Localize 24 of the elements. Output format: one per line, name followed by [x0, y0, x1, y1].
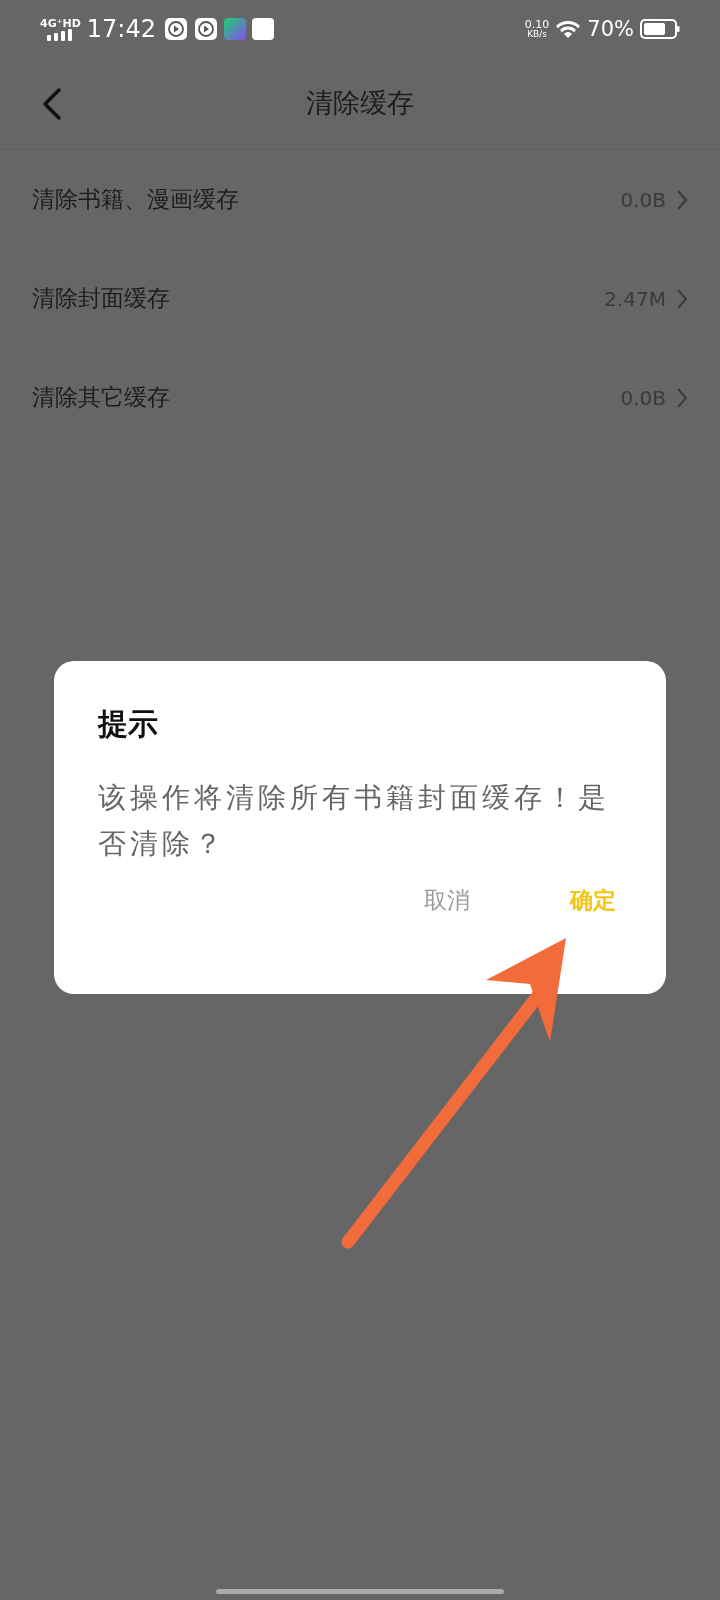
chevron-right-icon	[676, 188, 688, 211]
back-icon	[41, 87, 63, 121]
battery-icon	[640, 19, 680, 39]
battery-percent: 70%	[587, 18, 634, 40]
speed-value: 0.10	[524, 19, 550, 30]
dialog-title: 提示	[98, 709, 158, 739]
clock: 17:42	[86, 17, 156, 41]
app-icon	[252, 18, 274, 40]
chevron-right-icon	[676, 386, 688, 409]
chevron-right-icon	[676, 287, 688, 310]
setting-label: 清除书籍、漫画缓存	[32, 185, 239, 215]
confirm-button[interactable]: 确定	[570, 889, 616, 912]
dialog-message: 该操作将清除所有书籍封面缓存！是否清除？	[98, 780, 611, 862]
network-label: 4G⁺HD	[40, 17, 81, 29]
cancel-button[interactable]: 取消	[424, 889, 470, 912]
video-app-icon	[224, 18, 246, 40]
signal-icon	[47, 28, 74, 41]
setting-label: 清除封面缓存	[32, 284, 170, 314]
play-app-icon	[194, 17, 218, 41]
page-title: 清除缓存	[306, 86, 414, 121]
speed-unit: KB/s	[527, 30, 547, 39]
play-app-icon	[164, 17, 188, 41]
wifi-icon	[555, 19, 582, 39]
setting-label: 清除其它缓存	[32, 383, 170, 413]
